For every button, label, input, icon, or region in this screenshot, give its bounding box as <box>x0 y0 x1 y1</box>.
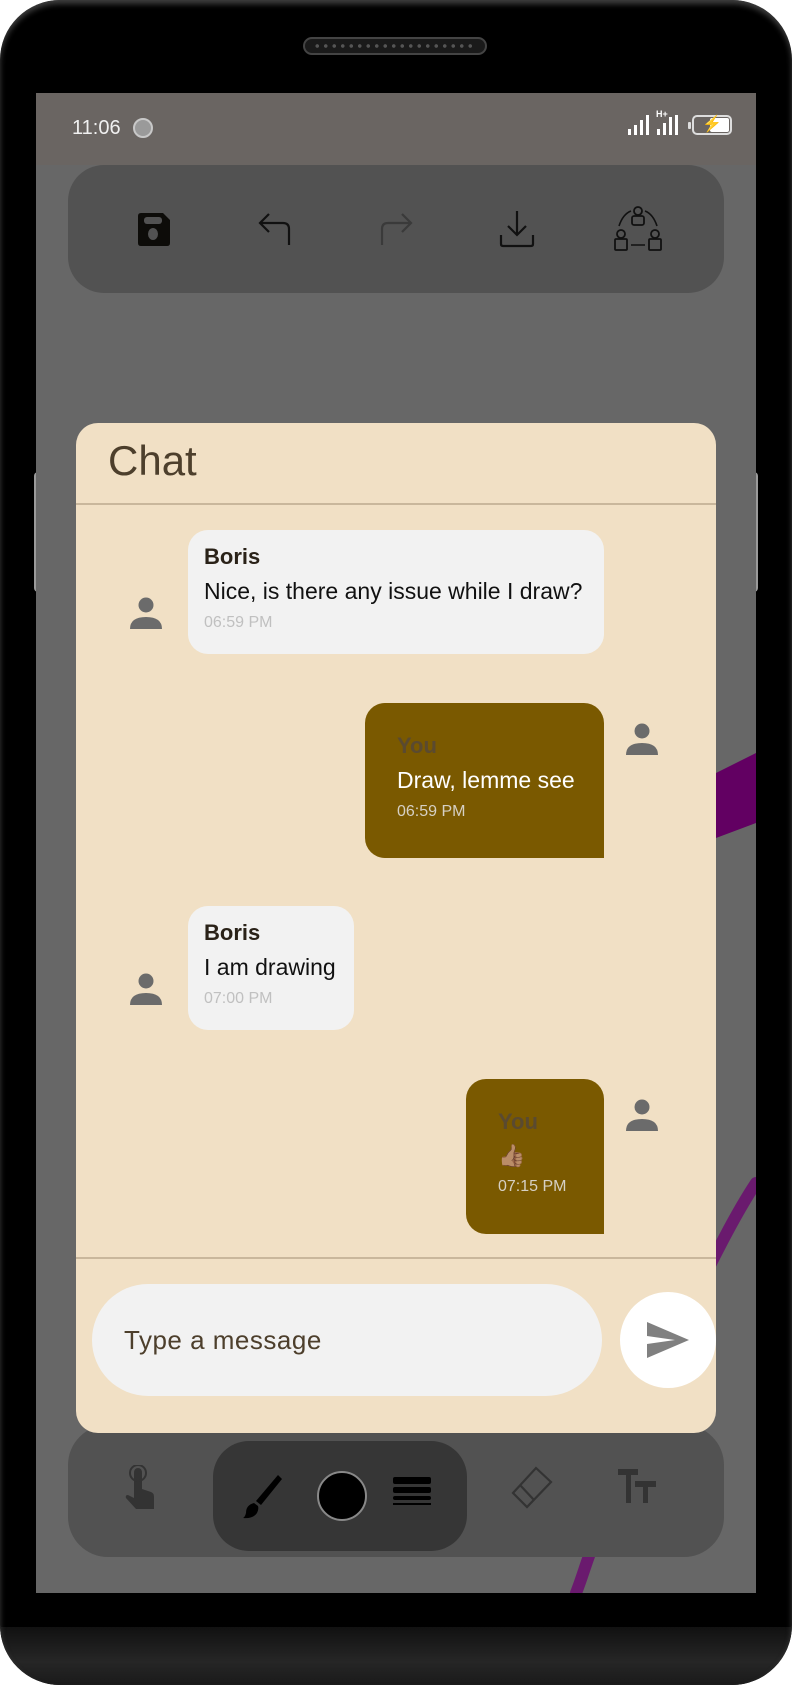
status-time: 11:06 <box>72 117 121 139</box>
send-icon <box>647 1322 689 1358</box>
message-text: 👍🏽 <box>498 1143 526 1168</box>
color-swatch-button[interactable] <box>317 1471 367 1521</box>
screen: 11:06 H+ ⚡ Chat Boris Nice, is there any… <box>36 93 756 1593</box>
save-button[interactable] <box>124 199 184 259</box>
bottom-toolbar <box>68 1425 724 1557</box>
stroke-width-button[interactable] <box>393 1477 431 1505</box>
sync-spinner-icon <box>133 118 153 138</box>
message-time: 06:59 PM <box>204 614 273 631</box>
message-sender: Boris <box>204 920 261 945</box>
user-avatar-icon <box>130 973 162 1005</box>
chat-input-divider <box>76 1257 716 1259</box>
text-size-icon <box>618 1469 656 1503</box>
redo-arrow-icon <box>380 213 413 245</box>
message-input[interactable] <box>92 1284 602 1396</box>
message-text: I am drawing <box>204 954 336 980</box>
status-bar: 11:06 H+ ⚡ <box>36 93 756 165</box>
hplus-signal-icon: H+ <box>656 109 678 135</box>
message-sender: You <box>498 1109 538 1134</box>
brush-button[interactable] <box>241 1473 283 1524</box>
chat-title: Chat <box>108 437 197 484</box>
send-button[interactable] <box>620 1292 716 1388</box>
eraser-button[interactable] <box>510 1465 554 1514</box>
message-sender: You <box>397 733 437 758</box>
message-text: Nice, is there any issue while I draw? <box>204 578 583 604</box>
phone-chin <box>0 1627 792 1685</box>
network-type-label: H+ <box>656 109 668 119</box>
user-avatar-icon <box>626 723 658 755</box>
message-time: 07:00 PM <box>204 990 273 1007</box>
message-bubble-outgoing: You 👍🏽 07:15 PM <box>466 1079 604 1234</box>
earpiece-speaker <box>303 37 487 55</box>
collaborate-button[interactable] <box>608 199 668 259</box>
eraser-icon <box>511 1466 553 1509</box>
download-button[interactable] <box>487 199 547 259</box>
redo-button[interactable] <box>366 199 426 259</box>
touch-hand-icon <box>125 1464 154 1509</box>
chat-panel: Chat Boris Nice, is there any issue whil… <box>76 423 716 1433</box>
undo-button[interactable] <box>245 199 305 259</box>
chat-header-divider <box>76 503 716 505</box>
collaboration-users-icon <box>613 206 662 251</box>
message-text: Draw, lemme see <box>397 767 575 793</box>
message-time: 07:15 PM <box>498 1178 567 1195</box>
paintbrush-icon <box>243 1475 282 1519</box>
user-avatar-icon <box>130 597 162 629</box>
text-button[interactable] <box>616 1467 658 1510</box>
message-bubble-incoming: Boris Nice, is there any issue while I d… <box>188 530 604 654</box>
battery-charging-icon: ⚡ <box>688 115 732 135</box>
download-icon <box>499 211 534 248</box>
phone-frame: 11:06 H+ ⚡ Chat Boris Nice, is there any… <box>0 0 792 1685</box>
line-weight-icon <box>393 1477 431 1505</box>
message-time: 06:59 PM <box>397 803 466 820</box>
message-bubble-incoming: Boris I am drawing 07:00 PM <box>188 906 354 1030</box>
pointer-button[interactable] <box>118 1464 168 1525</box>
floppy-disk-icon <box>138 213 171 246</box>
message-bubble-outgoing: You Draw, lemme see 06:59 PM <box>365 703 604 858</box>
signal-icon <box>628 115 649 135</box>
top-toolbar <box>68 165 724 293</box>
undo-arrow-icon <box>258 213 291 245</box>
message-sender: Boris <box>204 544 261 569</box>
brush-tool-group <box>213 1441 467 1551</box>
user-avatar-icon <box>626 1099 658 1131</box>
